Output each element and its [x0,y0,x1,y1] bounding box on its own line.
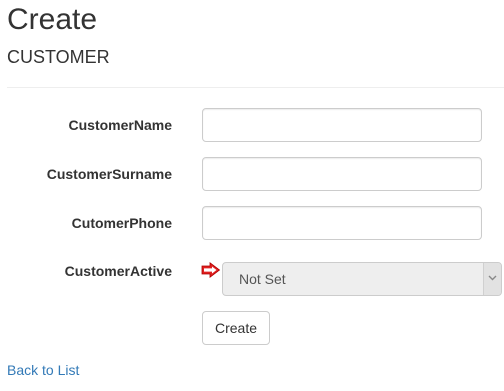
divider [7,87,504,88]
create-button[interactable]: Create [202,311,271,345]
form-row-customer-phone: CutomerPhone [0,206,504,240]
red-arrow-icon [201,261,221,283]
customer-phone-input[interactable] [202,206,482,240]
customer-active-label: CustomerActive [64,263,172,279]
form-row-customer-name: CustomerName [0,108,504,142]
customer-name-label: CustomerName [68,117,172,133]
form-row-customer-surname: CustomerSurname [0,157,504,191]
page-subtitle: CUSTOMER [7,47,110,67]
page-title: Create [7,3,98,36]
customer-surname-input[interactable] [202,157,482,191]
form-row-customer-active: CustomerActive Not Set [0,255,504,296]
customer-active-selected-value: Not Set [239,271,286,287]
back-to-list-link[interactable]: Back to List [7,360,79,380]
customer-active-select[interactable]: Not Set [222,262,502,296]
chevron-down-icon [488,275,497,281]
customer-surname-label: CustomerSurname [46,166,172,182]
customer-phone-label: CutomerPhone [71,215,172,231]
customer-name-input[interactable] [202,108,482,142]
dropdown-toggle[interactable] [483,263,501,295]
